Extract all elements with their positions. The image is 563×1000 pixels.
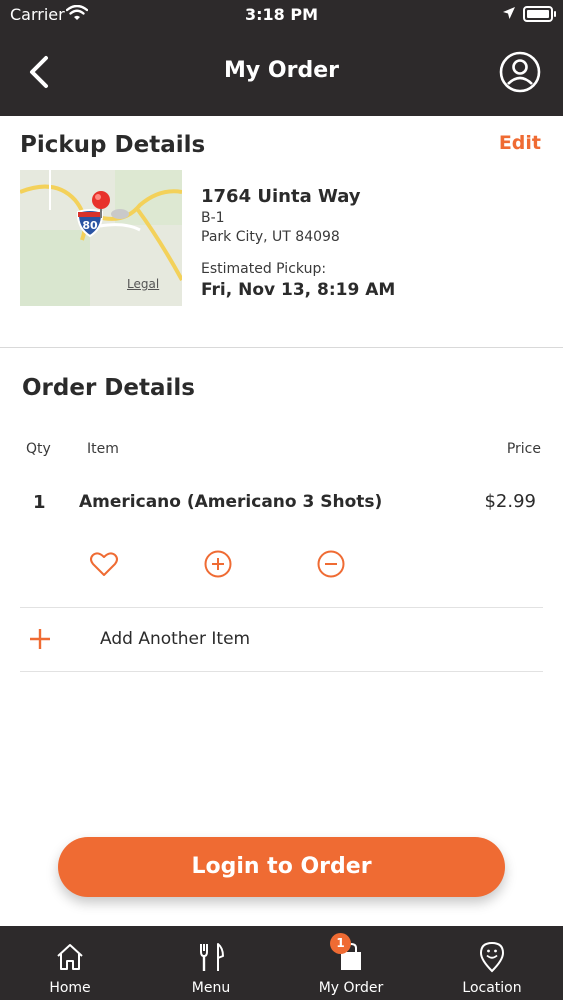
page-title: My Order bbox=[224, 58, 339, 83]
pickup-details-title: Pickup Details bbox=[20, 132, 206, 158]
login-to-order-button[interactable]: Login to Order bbox=[58, 837, 505, 897]
tab-my-order-label: My Order bbox=[318, 980, 384, 996]
pickup-address: 1764 Uinta Way B-1 Park City, UT 84098 E… bbox=[201, 186, 541, 300]
column-header-item: Item bbox=[87, 441, 119, 457]
fork-knife-icon bbox=[200, 943, 224, 971]
tab-menu[interactable]: Menu bbox=[141, 926, 281, 1000]
location-arrow-icon bbox=[503, 7, 515, 19]
pickup-details-section: Pickup Details Edit 80 Legal 1764 Uinta … bbox=[0, 116, 563, 348]
address-line-2: B-1 bbox=[201, 210, 225, 226]
location-pin-icon bbox=[479, 941, 505, 973]
plus-icon bbox=[30, 629, 50, 649]
column-header-price: Price bbox=[506, 441, 541, 457]
increase-quantity-icon[interactable] bbox=[203, 549, 233, 579]
order-count-badge: 1 bbox=[330, 933, 351, 954]
order-details-title: Order Details bbox=[22, 375, 195, 401]
address-line-3: Park City, UT 84098 bbox=[201, 229, 340, 245]
column-header-qty: Qty bbox=[26, 441, 51, 457]
tab-menu-label: Menu bbox=[191, 980, 231, 996]
add-another-item-label: Add Another Item bbox=[100, 629, 251, 649]
divider bbox=[20, 607, 543, 608]
tab-home[interactable]: Home bbox=[0, 926, 140, 1000]
tab-bar: Home Menu My Order Location 1 bbox=[0, 926, 563, 1000]
pickup-map[interactable]: 80 Legal bbox=[20, 170, 182, 306]
tab-home-label: Home bbox=[49, 980, 91, 996]
favorite-heart-icon[interactable] bbox=[89, 549, 119, 579]
tab-location[interactable]: Location bbox=[422, 926, 562, 1000]
status-time: 3:18 PM bbox=[244, 5, 318, 24]
order-details-section: Order Details Qty Item Price 1 Americano… bbox=[0, 349, 563, 709]
divider bbox=[20, 671, 543, 672]
edit-button[interactable]: Edit bbox=[499, 132, 541, 154]
profile-icon[interactable] bbox=[498, 50, 542, 94]
tab-my-order[interactable]: My Order bbox=[281, 926, 421, 1000]
item-name[interactable]: Americano (Americano 3 Shots) bbox=[79, 492, 382, 512]
item-qty: 1 bbox=[33, 492, 46, 513]
interstate-number: 80 bbox=[82, 219, 98, 232]
add-another-item-button[interactable]: Add Another Item bbox=[20, 609, 543, 671]
status-bar: Carrier 3:18 PM bbox=[0, 0, 563, 30]
estimated-pickup-value: Fri, Nov 13, 8:19 AM bbox=[201, 280, 396, 300]
estimated-pickup-label: Estimated Pickup: bbox=[201, 261, 327, 277]
battery-icon bbox=[523, 6, 556, 22]
map-pin-icon bbox=[92, 191, 110, 218]
decrease-quantity-icon[interactable] bbox=[316, 549, 346, 579]
tab-location-label: Location bbox=[462, 980, 522, 996]
top-bar: Carrier 3:18 PM My Order bbox=[0, 0, 563, 116]
map-legal-link[interactable]: Legal bbox=[127, 277, 159, 291]
item-price: $2.99 bbox=[484, 491, 536, 512]
address-line-1: 1764 Uinta Way bbox=[201, 186, 361, 207]
home-icon bbox=[57, 944, 83, 970]
